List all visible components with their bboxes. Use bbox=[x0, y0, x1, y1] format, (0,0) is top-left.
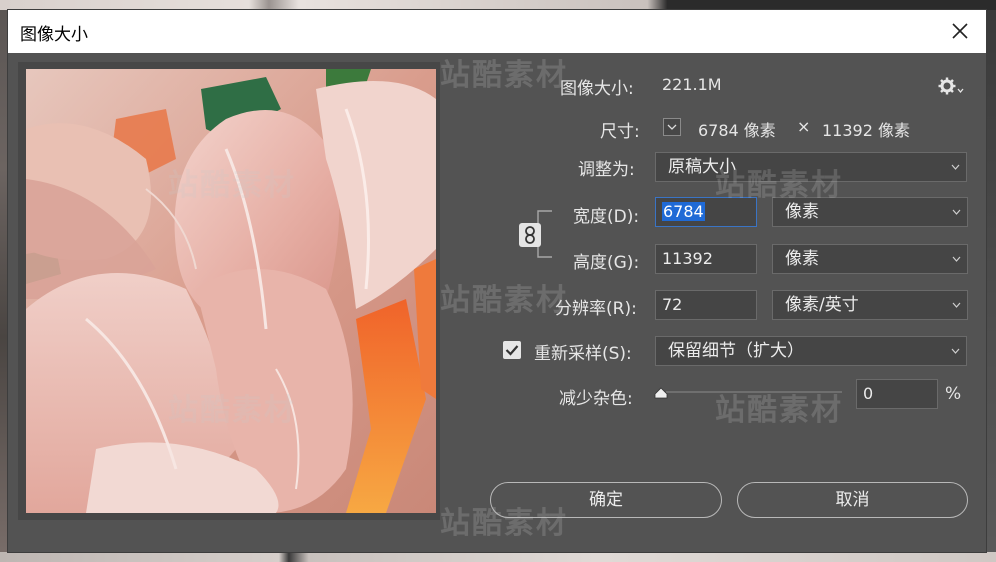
chevron-down-icon bbox=[952, 209, 961, 215]
cancel-button[interactable]: 取消 bbox=[737, 482, 968, 518]
dimensions-dropdown-toggle[interactable] bbox=[663, 118, 681, 136]
dimensions-separator: × bbox=[797, 117, 811, 136]
resample-method-value: 保留细节（扩大） bbox=[668, 341, 804, 361]
resolution-unit-value: 像素/英寸 bbox=[785, 295, 859, 315]
fit-to-value: 原稿大小 bbox=[668, 157, 736, 177]
ok-button[interactable]: 确定 bbox=[490, 482, 722, 518]
canvas-backdrop-top bbox=[0, 0, 996, 10]
ok-button-label: 确定 bbox=[589, 490, 623, 510]
height-unit-dropdown[interactable]: 像素 bbox=[772, 244, 968, 274]
resample-label: 重新采样(S): bbox=[534, 344, 632, 364]
image-size-value: 221.1M bbox=[662, 75, 722, 94]
width-input-value: 6784 bbox=[662, 202, 705, 221]
gear-icon[interactable] bbox=[938, 77, 966, 95]
preview-frame bbox=[18, 62, 440, 520]
resolution-input[interactable]: 72 bbox=[655, 290, 757, 320]
height-input-value: 11392 bbox=[662, 249, 713, 268]
width-unit-dropdown[interactable]: 像素 bbox=[772, 197, 968, 227]
reduce-noise-label: 减少杂色: bbox=[559, 389, 633, 409]
reduce-noise-input-value: 0 bbox=[863, 384, 874, 403]
dialog-title: 图像大小 bbox=[20, 25, 88, 45]
image-size-label: 图像大小: bbox=[560, 79, 634, 99]
chain-link-icon[interactable] bbox=[519, 223, 541, 247]
dimensions-width: 6784 像素 bbox=[698, 121, 776, 140]
height-label: 高度(G): bbox=[573, 253, 640, 273]
dimensions-label: 尺寸: bbox=[600, 122, 640, 142]
width-unit-value: 像素 bbox=[785, 202, 819, 222]
cancel-button-label: 取消 bbox=[835, 490, 870, 510]
dimensions-height: 11392 像素 bbox=[822, 121, 910, 140]
canvas-backdrop-bottom bbox=[0, 552, 996, 562]
chevron-down-icon bbox=[952, 302, 961, 308]
image-size-dialog: 图像大小 图像大小: 221.1M 尺寸: 6784 像素 × 11392 像素… bbox=[8, 10, 986, 552]
height-unit-value: 像素 bbox=[785, 249, 819, 269]
resolution-label: 分辨率(R): bbox=[555, 299, 637, 319]
reduce-noise-unit: % bbox=[945, 384, 962, 404]
reduce-noise-input[interactable]: 0 bbox=[856, 379, 938, 409]
slider-thumb-icon[interactable] bbox=[654, 387, 668, 399]
resolution-unit-dropdown[interactable]: 像素/英寸 bbox=[772, 290, 968, 320]
resample-checkbox[interactable] bbox=[503, 341, 521, 359]
resolution-input-value: 72 bbox=[662, 295, 683, 314]
fit-to-dropdown[interactable]: 原稿大小 bbox=[655, 152, 967, 182]
reduce-noise-slider-track[interactable] bbox=[666, 391, 842, 393]
close-icon[interactable] bbox=[948, 19, 972, 43]
resample-method-dropdown[interactable]: 保留细节（扩大） bbox=[655, 336, 967, 366]
chevron-down-icon bbox=[951, 164, 960, 170]
chevron-down-icon bbox=[667, 124, 677, 130]
checkmark-icon bbox=[505, 345, 519, 356]
canvas-backdrop-right bbox=[986, 10, 996, 562]
chevron-down-icon bbox=[952, 256, 961, 262]
image-preview[interactable] bbox=[26, 69, 436, 513]
chevron-down-icon bbox=[951, 348, 960, 354]
height-input[interactable]: 11392 bbox=[655, 244, 757, 274]
width-input[interactable]: 6784 bbox=[655, 197, 757, 227]
width-label: 宽度(D): bbox=[573, 207, 640, 227]
dialog-titlebar: 图像大小 bbox=[8, 10, 986, 53]
fit-to-label: 调整为: bbox=[578, 160, 635, 180]
